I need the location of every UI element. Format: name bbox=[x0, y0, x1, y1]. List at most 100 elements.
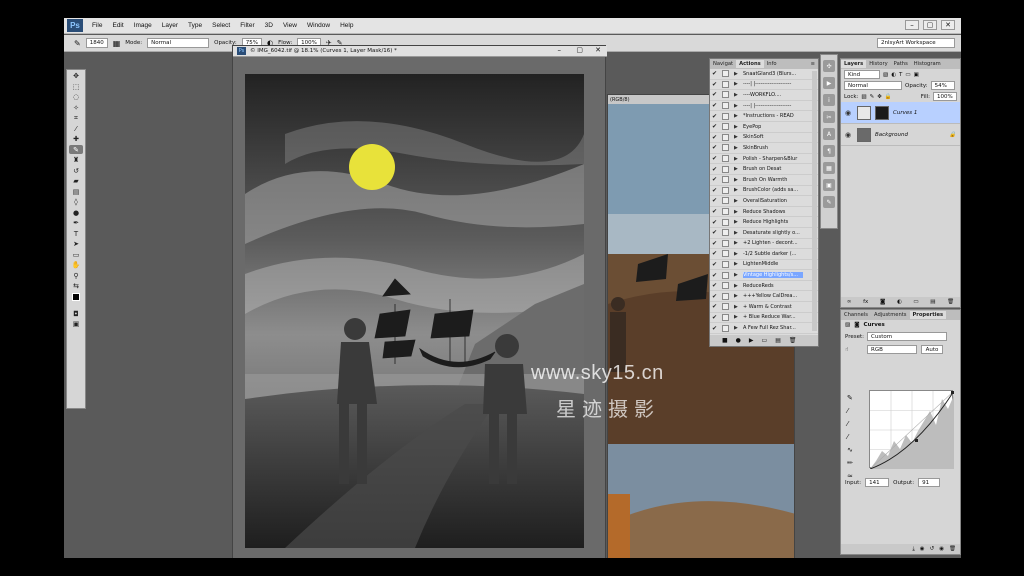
tab-history[interactable]: History bbox=[866, 60, 890, 68]
expand-icon[interactable]: ▶ bbox=[734, 209, 743, 215]
dialog-toggle-icon[interactable] bbox=[722, 292, 729, 300]
filter-smart-icon[interactable]: ▣ bbox=[914, 72, 919, 78]
action-item[interactable]: ✔ ▶ Vintage Highlights/s... bbox=[710, 270, 818, 281]
dialog-toggle-icon[interactable] bbox=[722, 155, 729, 163]
mask-toggle-icon[interactable]: ◙ bbox=[854, 322, 859, 328]
dialog-toggle-icon[interactable] bbox=[722, 80, 729, 88]
expand-icon[interactable]: ▶ bbox=[734, 304, 743, 310]
tab-paths[interactable]: Paths bbox=[891, 60, 911, 68]
dialog-toggle-icon[interactable] bbox=[722, 112, 729, 120]
action-item[interactable]: ✔ ▶ ----| |-------------------- bbox=[710, 80, 818, 91]
lock-pixels-icon[interactable]: ▧ bbox=[861, 94, 866, 100]
eye-icon[interactable]: ◉ bbox=[845, 131, 853, 139]
swap-colors-icon[interactable]: ⇆ bbox=[69, 282, 83, 291]
character-panel-icon[interactable]: A bbox=[823, 128, 835, 140]
action-item[interactable]: ✔ ▶ ----WORKFLO.... bbox=[710, 90, 818, 101]
targeted-adjust-icon[interactable]: ☝ bbox=[845, 347, 863, 353]
tab-actions[interactable]: Actions bbox=[736, 60, 764, 68]
styles-panel-icon[interactable]: ▣ bbox=[823, 179, 835, 191]
minimize-button[interactable]: – bbox=[905, 20, 919, 30]
stop-icon[interactable]: ■ bbox=[722, 337, 728, 344]
move-tool-icon[interactable]: ✥ bbox=[69, 72, 83, 81]
layer-curves[interactable]: ◉ Curves 1 bbox=[841, 102, 960, 124]
screen-mode-icon[interactable]: ▣ bbox=[69, 320, 83, 329]
dialog-toggle-icon[interactable] bbox=[722, 271, 729, 279]
action-item[interactable]: ✔ ▶ BrushColor (adds sa... bbox=[710, 186, 818, 197]
menu-edit[interactable]: Edit bbox=[107, 22, 128, 29]
visibility-icon[interactable]: ◉ bbox=[939, 546, 944, 552]
menu-3d[interactable]: 3D bbox=[260, 22, 278, 29]
shape-tool-icon[interactable]: ▭ bbox=[69, 250, 83, 259]
group-icon[interactable]: ▭ bbox=[913, 299, 918, 305]
adjust-panel-icon[interactable]: ✣ bbox=[823, 60, 835, 72]
output-field[interactable]: 91 bbox=[918, 478, 941, 487]
action-item[interactable]: ✔ ▶ +++Yellow CalDrea... bbox=[710, 291, 818, 303]
curve-point-icon[interactable]: ∿ bbox=[847, 444, 853, 457]
edit-points-icon[interactable]: ✎ bbox=[847, 392, 853, 405]
expand-icon[interactable]: ▶ bbox=[734, 251, 743, 257]
dialog-toggle-icon[interactable] bbox=[722, 324, 729, 332]
fill-input[interactable]: 100% bbox=[933, 92, 957, 101]
check-icon[interactable]: ✔ bbox=[710, 272, 719, 279]
lasso-tool-icon[interactable]: ◌ bbox=[69, 93, 83, 102]
expand-icon[interactable]: ▶ bbox=[734, 293, 743, 299]
action-item[interactable]: ✔ ▶ -1/2 Subtle darker (... bbox=[710, 249, 818, 260]
tab-histogram[interactable]: Histogram bbox=[911, 60, 944, 68]
expand-icon[interactable]: ▶ bbox=[734, 177, 743, 183]
menu-select[interactable]: Select bbox=[207, 22, 235, 29]
menu-view[interactable]: View bbox=[278, 22, 302, 29]
filter-type-icon[interactable]: T bbox=[899, 72, 902, 78]
paragraph-panel-icon[interactable]: ¶ bbox=[823, 145, 835, 157]
adjustment-icon[interactable]: ◐ bbox=[897, 299, 902, 305]
check-icon[interactable]: ✔ bbox=[710, 155, 719, 162]
action-item[interactable]: ✔ ▶ Polish - Sharpen&Blur bbox=[710, 154, 818, 165]
expand-icon[interactable]: ▶ bbox=[734, 134, 743, 140]
action-item[interactable]: ✔ ▶ SnaatGland3 (Blurs... bbox=[710, 69, 818, 80]
check-icon[interactable]: ✔ bbox=[710, 70, 719, 77]
panel-menu-icon[interactable]: ≡ bbox=[811, 61, 818, 67]
layer-background[interactable]: ◉ Background 🔒 bbox=[841, 124, 960, 146]
filter-pixel-icon[interactable]: ▧ bbox=[883, 72, 888, 78]
tab-channels[interactable]: Channels bbox=[841, 311, 871, 319]
expand-icon[interactable]: ▶ bbox=[734, 314, 743, 320]
check-icon[interactable]: ✔ bbox=[710, 303, 719, 310]
expand-icon[interactable]: ▶ bbox=[734, 198, 743, 204]
color-swatches-icon[interactable] bbox=[69, 292, 83, 301]
check-icon[interactable]: ✔ bbox=[710, 144, 719, 151]
action-item[interactable]: ✔ ▶ *Instructions - READ bbox=[710, 111, 818, 122]
tab-navigator[interactable]: Navigat bbox=[710, 60, 736, 68]
brush-panel-icon[interactable]: ▦ bbox=[113, 39, 121, 48]
action-item[interactable]: ✔ ▶ SkinBrush bbox=[710, 143, 818, 154]
dialog-toggle-icon[interactable] bbox=[722, 239, 729, 247]
workspace-select[interactable]: 2nlsyArt Workspace bbox=[877, 38, 955, 48]
expand-icon[interactable]: ▶ bbox=[734, 113, 743, 119]
new-action-icon[interactable]: ▤ bbox=[775, 337, 781, 344]
lock-paint-icon[interactable]: ✎ bbox=[870, 94, 875, 100]
expand-icon[interactable]: ▶ bbox=[734, 103, 743, 109]
action-item[interactable]: ✔ ▶ + Warm & Contrast bbox=[710, 302, 818, 313]
hand-tool-icon[interactable]: ✋ bbox=[69, 261, 83, 270]
brush-tool-icon[interactable]: ✎ bbox=[74, 39, 81, 48]
dialog-toggle-icon[interactable] bbox=[722, 144, 729, 152]
check-icon[interactable]: ✔ bbox=[710, 102, 719, 109]
auto-button[interactable]: Auto bbox=[921, 345, 943, 354]
action-item[interactable]: ✔ ▶ Reduce Highlights bbox=[710, 217, 818, 228]
dialog-toggle-icon[interactable] bbox=[722, 176, 729, 184]
dialog-toggle-icon[interactable] bbox=[722, 250, 729, 258]
action-item[interactable]: ✔ ▶ ----| |-------------------- bbox=[710, 101, 818, 112]
check-icon[interactable]: ✔ bbox=[710, 240, 719, 247]
quick-select-tool-icon[interactable]: ✧ bbox=[69, 103, 83, 112]
check-icon[interactable]: ✔ bbox=[710, 166, 719, 173]
action-item[interactable]: ✔ ▶ + Blue Reduce War... bbox=[710, 313, 818, 324]
check-icon[interactable]: ✔ bbox=[710, 81, 719, 88]
record-icon[interactable]: ● bbox=[736, 337, 741, 344]
dialog-toggle-icon[interactable] bbox=[722, 102, 729, 110]
expand-icon[interactable]: ▶ bbox=[734, 156, 743, 162]
action-item[interactable]: ✔ ▶ Brush On Warmth bbox=[710, 175, 818, 186]
marquee-tool-icon[interactable]: ⬚ bbox=[69, 82, 83, 91]
action-item[interactable]: ✔ ▶ SkinSoft bbox=[710, 133, 818, 144]
expand-icon[interactable]: ▶ bbox=[734, 283, 743, 289]
clip-icon[interactable]: ⤓ bbox=[912, 546, 914, 553]
blur-tool-icon[interactable]: ◊ bbox=[69, 198, 83, 207]
info-panel-icon[interactable]: i bbox=[823, 94, 835, 106]
